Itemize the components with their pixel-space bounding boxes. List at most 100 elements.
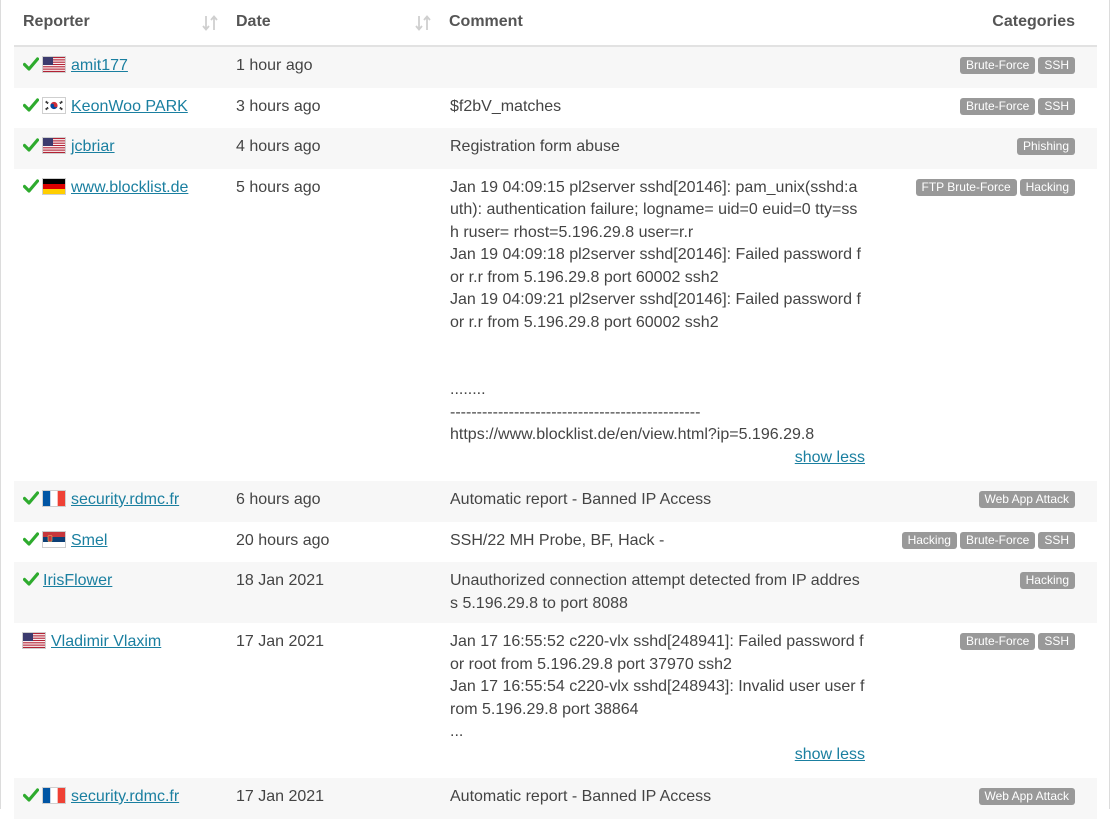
reporter-cell: www.blocklist.de [14, 168, 227, 481]
categories-cell: Hacking [865, 562, 1097, 623]
category-badge[interactable]: SSH [1038, 57, 1075, 74]
reporter-cell: security.rdmc.fr [14, 778, 227, 819]
comment-text: Jan 17 16:55:52 c220-vlx sshd[248941]: F… [450, 633, 865, 740]
reporter-cell: KeonWoo PARK [14, 87, 227, 128]
date-cell: 5 hours ago [227, 168, 440, 481]
reporter-cell: jcbriar [14, 128, 227, 169]
date-cell: 20 hours ago [227, 521, 440, 562]
comment-cell: Unauthorized connection attempt detected… [440, 562, 865, 623]
verified-check-icon [23, 531, 39, 546]
table-row: jcbriar 4 hours ago Registration form abus… [14, 128, 1097, 169]
categories-cell: Brute-Force SSH [865, 623, 1097, 778]
table-row: www.blocklist.de 5 hours ago Jan 19 04:09:… [14, 168, 1097, 481]
date-cell: 6 hours ago [227, 481, 440, 522]
comment-cell: Jan 17 16:55:52 c220-vlx sshd[248941]: F… [440, 623, 865, 778]
category-badge[interactable]: SSH [1038, 97, 1075, 115]
table-row: Vladimir Vlaxim 17 Jan 2021 Jan 17 16:55:5… [14, 623, 1097, 778]
comment-text: Registration form abuse [450, 138, 620, 155]
reporter-link[interactable]: security.rdmc.fr [71, 788, 179, 805]
categories-cell: Web App Attack [865, 778, 1097, 819]
comment-text: SSH/22 MH Probe, BF, Hack - [450, 531, 665, 549]
category-badge[interactable]: Web App Attack [978, 491, 1075, 508]
reporter-column-header[interactable]: Reporter [14, 0, 227, 47]
us-flag-icon [43, 57, 65, 72]
table-row: security.rdmc.fr 6 hours ago Automatic rep… [14, 481, 1097, 522]
reporter-cell: amit177 [14, 46, 227, 88]
categories-cell: Brute-Force SSH [865, 87, 1097, 128]
verified-check-icon [23, 572, 39, 586]
table-row: security.rdmc.fr 17 Jan 2021 Automatic rep… [14, 778, 1097, 819]
date-cell: 18 Jan 2021 [227, 562, 440, 623]
de-flag-icon [43, 178, 65, 194]
reporter-link[interactable]: Vladimir Vlaxim [51, 633, 161, 650]
us-flag-icon [23, 633, 45, 648]
reporter-link[interactable]: Smel [71, 532, 107, 549]
reporter-link[interactable]: IrisFlower [43, 572, 112, 589]
comment-header-label: Comment [449, 13, 523, 31]
table-row: amit177 1 hour ago Brute-Force SSH [14, 46, 1097, 88]
show-less-link[interactable]: show less [795, 449, 865, 466]
reporter-link[interactable]: jcbriar [71, 138, 115, 155]
date-column-header[interactable]: Date [227, 0, 440, 47]
verified-check-icon [23, 57, 39, 71]
categories-column-header: Categories [865, 0, 1097, 47]
comment-cell: Automatic report - Banned IP Access [440, 778, 865, 819]
categories-header-label: Categories [992, 13, 1075, 31]
reports-table: Reporter Date Comment Categories amit177… [14, 0, 1097, 819]
category-badge[interactable]: Brute-Force [959, 531, 1036, 549]
kr-flag-icon [43, 97, 65, 113]
verified-check-icon [23, 97, 39, 112]
table-row: IrisFlower 18 Jan 2021 Unauthorized connec… [14, 562, 1097, 623]
category-badge[interactable]: SSH [1038, 531, 1075, 549]
report-date: 6 hours ago [236, 491, 321, 508]
reporter-link[interactable]: KeonWoo PARK [71, 98, 188, 115]
comment-cell: $f2bV_matches [440, 87, 865, 128]
reporter-link[interactable]: security.rdmc.fr [71, 491, 179, 508]
category-badge[interactable]: Hacking [901, 531, 957, 549]
date-cell: 17 Jan 2021 [227, 778, 440, 819]
reporter-cell: security.rdmc.fr [14, 481, 227, 522]
comment-cell [440, 46, 865, 88]
sort-icon[interactable] [201, 14, 219, 32]
report-date: 5 hours ago [236, 178, 321, 196]
category-badge[interactable]: Hacking [1019, 178, 1075, 196]
comment-text: Automatic report - Banned IP Access [450, 491, 712, 508]
reporter-cell: IrisFlower [14, 562, 227, 623]
category-badge[interactable]: SSH [1038, 633, 1075, 650]
category-badge[interactable]: Phishing [1016, 138, 1075, 155]
verified-check-icon [23, 178, 39, 193]
category-badge[interactable]: Brute-Force [959, 633, 1036, 650]
comment-cell: Automatic report - Banned IP Access [440, 481, 865, 522]
report-date: 17 Jan 2021 [236, 633, 325, 650]
date-cell: 4 hours ago [227, 128, 440, 169]
comment-column-header: Comment [440, 0, 865, 47]
table-row: Smel 20 hours ago SSH/22 MH Probe, BF, Hac… [14, 521, 1097, 562]
date-cell: 1 hour ago [227, 46, 440, 88]
report-date: 18 Jan 2021 [236, 572, 325, 589]
sort-icon[interactable] [414, 14, 432, 32]
comment-cell: SSH/22 MH Probe, BF, Hack - [440, 521, 865, 562]
reporter-link[interactable]: amit177 [71, 57, 128, 74]
category-badge[interactable]: Brute-Force [959, 57, 1036, 74]
category-badge[interactable]: Hacking [1019, 572, 1075, 589]
comment-text: Unauthorized connection attempt detected… [450, 572, 860, 612]
categories-cell: Hacking Brute-Force SSH [865, 521, 1097, 562]
comment-text: Jan 19 04:09:15 pl2server sshd[20146]: p… [450, 178, 861, 444]
category-badge[interactable]: Brute-Force [959, 97, 1036, 115]
show-toggle: show less [450, 447, 865, 470]
comment-text: Automatic report - Banned IP Access [450, 788, 712, 805]
report-date: 1 hour ago [236, 57, 313, 74]
show-less-link[interactable]: show less [795, 746, 865, 763]
report-date: 17 Jan 2021 [236, 788, 325, 805]
category-badge[interactable]: Web App Attack [978, 788, 1075, 805]
fr-flag-icon [43, 788, 65, 803]
comment-text: $f2bV_matches [450, 97, 562, 115]
categories-cell: Brute-Force SSH [865, 46, 1097, 88]
reporter-link[interactable]: www.blocklist.de [71, 179, 188, 196]
verified-check-icon [23, 138, 39, 152]
categories-cell: FTP Brute-Force Hacking [865, 168, 1097, 481]
us-flag-icon [43, 138, 65, 153]
category-badge[interactable]: FTP Brute-Force [915, 178, 1017, 196]
verified-check-icon [23, 788, 39, 802]
categories-cell: Web App Attack [865, 481, 1097, 522]
